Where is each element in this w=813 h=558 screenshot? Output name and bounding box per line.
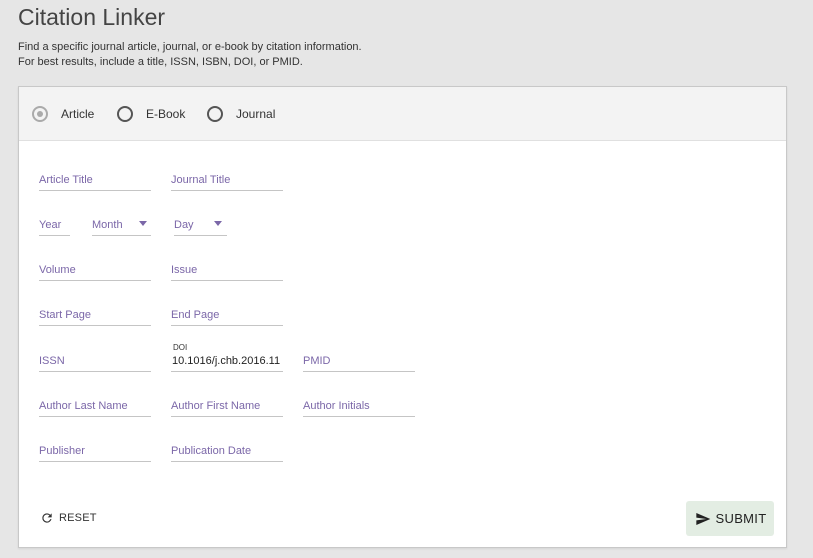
volume-placeholder: Volume bbox=[39, 264, 76, 276]
chevron-down-icon bbox=[214, 221, 222, 226]
send-icon bbox=[695, 512, 710, 525]
journal-title-field[interactable]: Journal Title bbox=[171, 169, 283, 191]
chevron-down-icon bbox=[139, 221, 147, 226]
issue-field[interactable]: Issue bbox=[171, 259, 283, 281]
submit-label: SUBMIT bbox=[715, 511, 767, 526]
radio-circle-icon bbox=[117, 106, 133, 122]
doi-field[interactable]: DOI 10.1016/j.chb.2016.11 bbox=[171, 343, 283, 372]
publication-date-field[interactable]: Publication Date bbox=[171, 440, 283, 462]
start-page-field[interactable]: Start Page bbox=[39, 304, 151, 326]
pmid-placeholder: PMID bbox=[303, 355, 331, 367]
radio-article[interactable]: Article bbox=[32, 87, 94, 141]
publisher-placeholder: Publisher bbox=[39, 445, 85, 457]
reset-label: RESET bbox=[59, 512, 97, 524]
year-field[interactable]: Year bbox=[39, 214, 70, 236]
year-placeholder: Year bbox=[39, 219, 62, 231]
publication-date-placeholder: Publication Date bbox=[171, 445, 252, 457]
radio-journal-label: Journal bbox=[236, 107, 276, 121]
radio-ebook-label: E-Book bbox=[146, 107, 186, 121]
issn-field[interactable]: ISSN bbox=[39, 350, 151, 372]
publisher-field[interactable]: Publisher bbox=[39, 440, 151, 462]
start-page-placeholder: Start Page bbox=[39, 309, 91, 321]
refresh-icon bbox=[42, 513, 52, 523]
author-first-name-placeholder: Author First Name bbox=[171, 400, 261, 412]
day-select[interactable]: Day bbox=[174, 214, 227, 236]
author-initials-placeholder: Author Initials bbox=[303, 400, 370, 412]
reset-button[interactable]: RESET bbox=[40, 511, 97, 525]
day-placeholder: Day bbox=[174, 219, 194, 231]
author-last-name-placeholder: Author Last Name bbox=[39, 400, 128, 412]
month-select[interactable]: Month bbox=[92, 214, 151, 236]
pmid-field[interactable]: PMID bbox=[303, 350, 415, 372]
issn-placeholder: ISSN bbox=[39, 355, 65, 367]
end-page-field[interactable]: End Page bbox=[171, 304, 283, 326]
citation-form-card: Article E-Book Journal Article Title Jou… bbox=[18, 86, 787, 548]
issue-placeholder: Issue bbox=[171, 264, 198, 276]
article-title-placeholder: Article Title bbox=[39, 174, 93, 186]
radio-circle-icon bbox=[32, 106, 48, 122]
end-page-placeholder: End Page bbox=[171, 309, 220, 321]
radio-ebook[interactable]: E-Book bbox=[117, 87, 185, 141]
radio-article-label: Article bbox=[61, 107, 95, 121]
radio-circle-icon bbox=[207, 106, 223, 122]
description-line-1: Find a specific journal article, journal… bbox=[18, 41, 362, 53]
citation-type-bar: Article E-Book Journal bbox=[19, 87, 786, 141]
doi-value: 10.1016/j.chb.2016.11 bbox=[172, 355, 281, 367]
page-title: Citation Linker bbox=[18, 4, 166, 30]
journal-title-placeholder: Journal Title bbox=[171, 174, 231, 186]
doi-label: DOI bbox=[173, 343, 188, 352]
page-description: Find a specific journal article, journal… bbox=[18, 40, 362, 70]
submit-button[interactable]: SUBMIT bbox=[686, 501, 774, 536]
radio-journal[interactable]: Journal bbox=[207, 87, 275, 141]
author-last-name-field[interactable]: Author Last Name bbox=[39, 395, 151, 417]
author-initials-field[interactable]: Author Initials bbox=[303, 395, 415, 417]
description-line-2: For best results, include a title, ISSN,… bbox=[18, 56, 303, 68]
author-first-name-field[interactable]: Author First Name bbox=[171, 395, 283, 417]
month-placeholder: Month bbox=[92, 219, 123, 231]
article-title-field[interactable]: Article Title bbox=[39, 169, 151, 191]
volume-field[interactable]: Volume bbox=[39, 259, 151, 281]
